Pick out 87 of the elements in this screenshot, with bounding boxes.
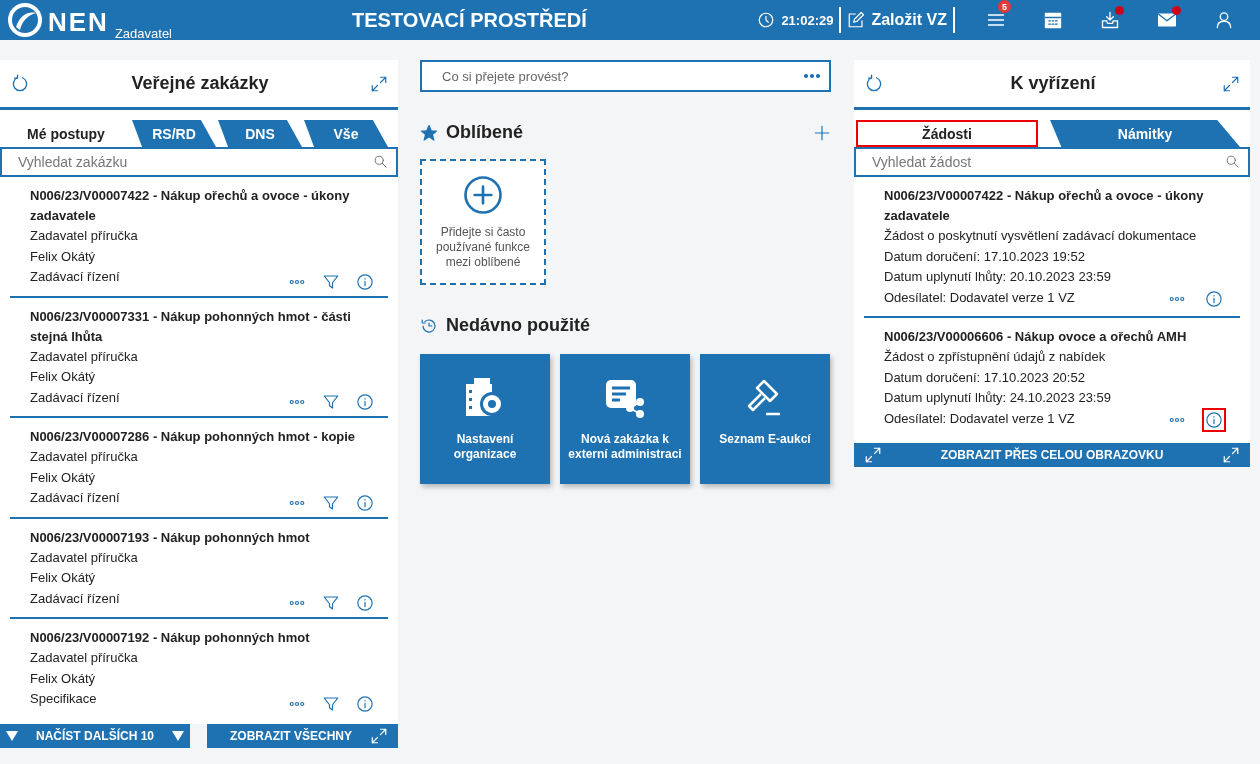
contract-detail: Zadavatel příručka (30, 449, 138, 464)
expand-icon[interactable] (370, 74, 388, 93)
contract-detail: Specifikace (30, 691, 97, 706)
contract-detail: Zadavatel příručka (30, 228, 138, 243)
info-icon[interactable] (356, 393, 374, 411)
search-icon[interactable] (373, 154, 388, 169)
contract-detail: Zadávací řízení (30, 490, 120, 505)
section-title: Nedávno použité (446, 315, 591, 336)
search-field[interactable]: Vyhledat žádost (854, 147, 1250, 177)
contract-detail: Felix Okátý (30, 369, 95, 384)
recent-tile[interactable]: Nová zakázka k externí administraci (560, 354, 690, 484)
tab[interactable]: Žádosti (856, 120, 1038, 147)
contract-title[interactable]: N006/23/V00007193 - Nákup pohonných hmot (30, 527, 378, 548)
clock-icon (757, 11, 776, 29)
contract-detail: Zadavatel příručka (30, 650, 138, 665)
filter-icon[interactable] (322, 393, 340, 411)
search-icon[interactable] (1225, 154, 1240, 169)
recent-tile[interactable]: Nastavení organizace (420, 354, 550, 484)
load-more-button[interactable]: NAČÍST DALŠÍCH 10 (0, 724, 190, 748)
tab[interactable]: Vše (304, 120, 388, 147)
document-share-icon (604, 378, 646, 418)
contract-title[interactable]: N006/23/V00007286 - Nákup pohonných hmot - kopie (30, 427, 378, 447)
contract-detail: Zadavatel příručka (30, 549, 138, 565)
history-icon (420, 316, 438, 335)
add-favorite-card[interactable]: Přidejte si často používané funkce mezi oblíbené (420, 159, 546, 285)
request-detail: Odesílatel: Dodavatel verze 1 VZ (884, 289, 1075, 305)
logo-icon (8, 3, 42, 37)
filter-icon[interactable] (322, 272, 340, 291)
edit-icon (847, 11, 866, 29)
filter-icon[interactable] (322, 694, 340, 713)
expand-icon[interactable] (1222, 446, 1240, 464)
request-detail: Datum uplynutí lhůty: 24.10.2023 23:59 (884, 390, 1111, 405)
favorites-hint: Přidejte si často používané funkce mezi oblíbené (434, 224, 532, 270)
expand-icon[interactable] (370, 727, 388, 745)
create-contract-button[interactable]: Založit VZ (841, 7, 955, 33)
notification-badge: 5 (998, 0, 1011, 13)
info-icon[interactable] (356, 594, 374, 612)
request-detail: Žádost o poskytnutí vysvětlení zadávací dokumentace (884, 228, 1197, 243)
inbox-icon[interactable] (1099, 10, 1120, 30)
fullscreen-button[interactable]: ZOBRAZIT PŘES CELOU OBRAZOVKU (854, 443, 1250, 467)
star-icon (420, 123, 438, 142)
info-icon[interactable] (1202, 408, 1226, 432)
show-all-button[interactable]: ZOBRAZIT VŠECHNY (207, 724, 398, 748)
contract-title[interactable]: N006/23/V00007192 - Nákup pohonných hmot (30, 628, 378, 648)
contract-title[interactable]: N006/23/V00007331 - Nákup pohonných hmot - části stejná lhůta (30, 306, 378, 347)
environment-title: TESTOVACÍ PROSTŘEDÍ (351, 8, 588, 32)
info-icon[interactable] (356, 272, 374, 291)
caret-icon (6, 731, 18, 741)
info-icon[interactable] (356, 694, 374, 713)
request-title[interactable]: N006/23/V00007422 - Nákup ořechů a ovoce - úkony zadavatele (884, 186, 1230, 226)
calendar-icon[interactable] (1042, 10, 1063, 30)
request-title[interactable]: N006/23/V00006606 - Nákup ovoce a ořechů AMH (884, 327, 1230, 347)
tab[interactable]: DNS (218, 120, 302, 147)
recent-tile[interactable]: Seznam E-aukcí (700, 354, 830, 484)
search-field[interactable]: Vyhledat zakázku (0, 147, 398, 177)
refresh-icon[interactable] (864, 73, 884, 94)
request-detail: Datum doručení: 17.10.2023 19:52 (884, 248, 1085, 264)
contract-title[interactable]: N006/23/V00007422 - Nákup ořechů a ovoce - úkony zadavatele (30, 186, 378, 226)
contract-detail: Zadávací řízení (30, 269, 120, 284)
panel-title: K vyřízení (1010, 73, 1096, 94)
request-detail: Datum doručení: 17.10.2023 20:52 (884, 369, 1085, 385)
contract-detail: Zadávací řízení (30, 590, 120, 606)
contract-detail: Felix Okátý (30, 248, 95, 264)
clock-time: 21:02:29 (781, 12, 834, 28)
request-detail: Žádost o zpřístupnění údajů z nabídek (884, 349, 1106, 364)
contract-detail: Zadávací řízení (30, 389, 120, 405)
plus-circle-icon (463, 174, 503, 215)
filter-icon[interactable] (322, 594, 340, 612)
request-detail: Odesílatel: Dodavatel verze 1 VZ (884, 410, 1075, 426)
contract-detail: Zadavatel příručka (30, 348, 138, 364)
expand-icon[interactable] (1222, 74, 1240, 93)
request-detail: Datum uplynutí lhůty: 20.10.2023 23:59 (884, 269, 1111, 284)
tab[interactable]: RS/RD (132, 120, 216, 147)
info-icon[interactable] (356, 493, 374, 512)
contract-detail: Felix Okátý (30, 570, 95, 585)
filter-icon[interactable] (322, 493, 340, 512)
expand-icon[interactable] (864, 446, 882, 464)
tab[interactable]: Námitky (1050, 120, 1240, 147)
role-label: Zadavatel (114, 26, 172, 41)
caret-icon (172, 731, 184, 741)
refresh-icon[interactable] (10, 73, 30, 94)
section-title: Oblíbené (446, 122, 524, 143)
panel-title: Veřejné zakázky (131, 73, 269, 94)
contract-detail: Felix Okátý (30, 670, 95, 686)
logo-text: NEN (48, 7, 109, 37)
contract-detail: Felix Okátý (30, 469, 95, 485)
command-field[interactable]: Co si přejete provést? (420, 60, 831, 92)
